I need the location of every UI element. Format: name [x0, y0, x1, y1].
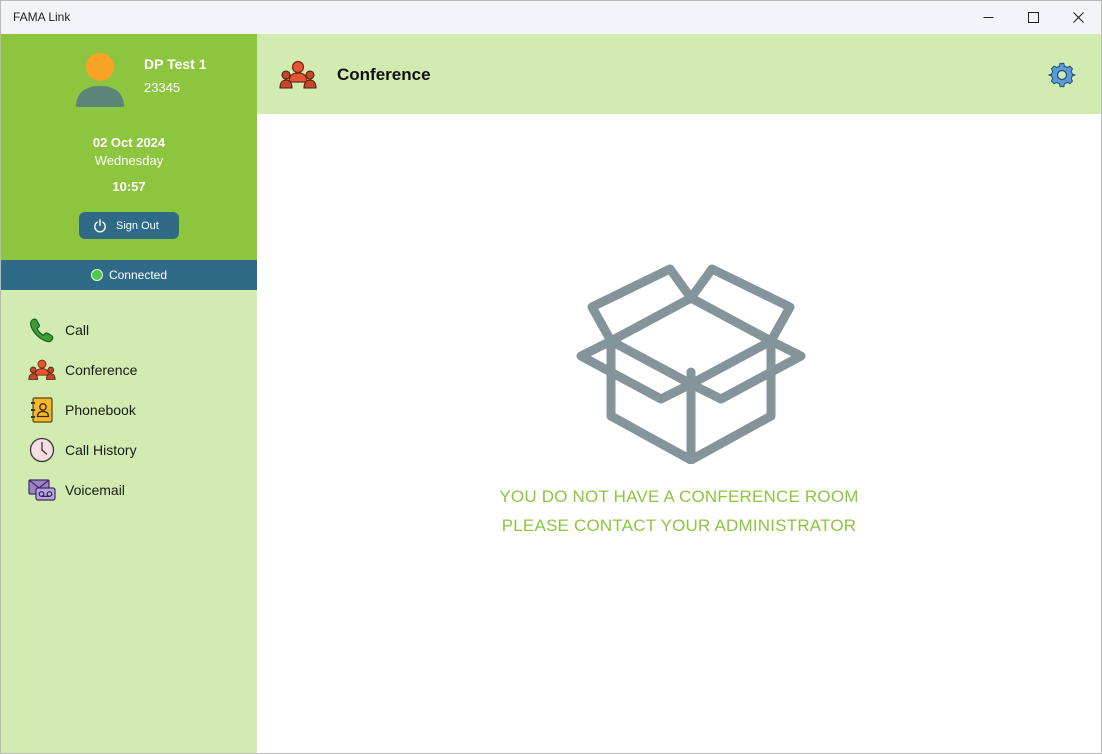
main-content: YOU DO NOT HAVE A CONFERENCE ROOM PLEASE… [257, 114, 1101, 753]
sidebar-item-label: Phonebook [65, 402, 136, 418]
app-window: FAMA Link DP Test 1 23345 02 Oct 2024 We… [0, 0, 1102, 754]
sign-out-button[interactable]: Sign Out [79, 212, 179, 239]
sidebar-item-label: Call History [65, 442, 137, 458]
page-header: Conference [257, 34, 1101, 114]
power-icon [94, 218, 106, 232]
avatar-icon [76, 53, 124, 107]
user-name: DP Test 1 [144, 56, 207, 72]
sidebar-item-label: Conference [65, 362, 138, 378]
user-extension: 23345 [144, 80, 181, 95]
current-date: 02 Oct 2024 [92, 135, 166, 150]
maximize-icon [1027, 12, 1039, 23]
sidebar-nav: Call Conference Phonebook Call History V… [1, 310, 257, 510]
sign-out-label: Sign Out [116, 219, 159, 232]
sidebar-item-label: Call [65, 322, 90, 338]
sidebar-item-call[interactable]: Call [1, 310, 257, 350]
current-time: 10:57 [112, 179, 146, 194]
close-button[interactable] [1055, 1, 1101, 34]
sidebar-item-conference[interactable]: Conference [1, 350, 257, 390]
minimize-icon [983, 17, 993, 18]
status-label: Connected [108, 268, 168, 282]
gear-icon[interactable] [1048, 61, 1076, 89]
conference-icon [279, 60, 317, 89]
empty-state-message-line2: PLEASE CONTACT YOUR ADMINISTRATOR [501, 516, 857, 535]
minimize-button[interactable] [965, 1, 1011, 34]
maximize-button[interactable] [1010, 1, 1056, 34]
phone-icon [28, 316, 56, 344]
empty-state-message-line1: YOU DO NOT HAVE A CONFERENCE ROOM [499, 487, 859, 506]
clock-icon [28, 436, 56, 464]
window-title: FAMA Link [13, 10, 71, 24]
phonebook-icon [28, 396, 56, 424]
sidebar-item-voicemail[interactable]: Voicemail [1, 470, 257, 510]
status-dot-icon [90, 269, 103, 281]
profile-panel: DP Test 1 23345 02 Oct 2024 Wednesday 10… [1, 34, 257, 260]
sidebar-item-label: Voicemail [65, 482, 125, 498]
open-box-icon [576, 264, 806, 464]
current-weekday: Wednesday [94, 153, 164, 168]
title-bar[interactable]: FAMA Link [1, 1, 1101, 34]
connection-status: Connected [1, 260, 257, 290]
sidebar-item-phonebook[interactable]: Phonebook [1, 390, 257, 430]
close-icon [1072, 12, 1084, 23]
page-title: Conference [337, 65, 431, 84]
voicemail-icon [28, 476, 56, 504]
conference-icon [28, 356, 56, 384]
sidebar-item-call-history[interactable]: Call History [1, 430, 257, 470]
sidebar: DP Test 1 23345 02 Oct 2024 Wednesday 10… [1, 34, 257, 753]
